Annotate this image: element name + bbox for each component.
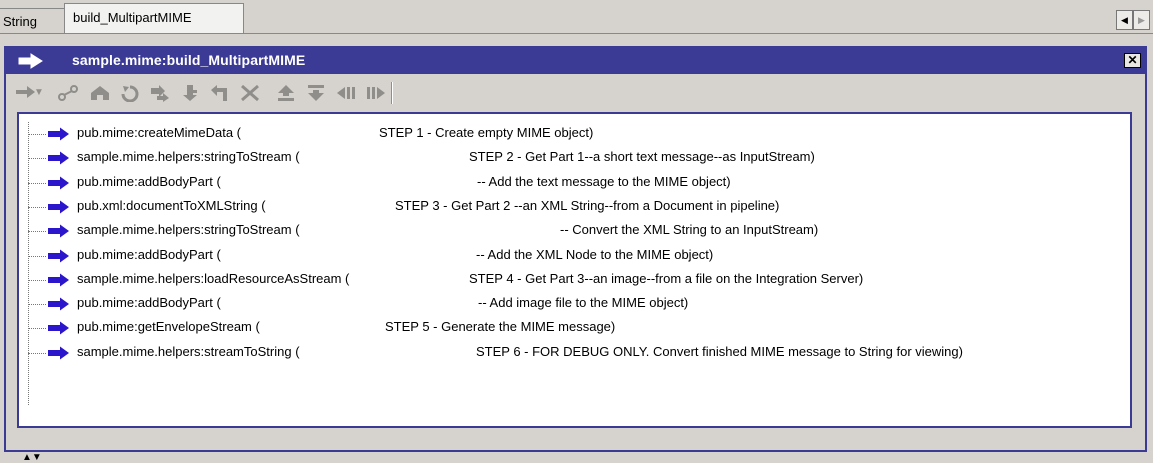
flow-editor: sample.mime:build_MultipartMIME ✕ ▼ pub.…: [4, 46, 1147, 452]
editor-toolbar: ▼: [6, 76, 1145, 110]
step-dropdown-button[interactable]: ▼: [32, 82, 46, 104]
flow-step-row[interactable]: pub.mime:addBodyPart ( -- Add the text me…: [19, 171, 1119, 195]
step-service-name: pub.mime:addBodyPart (: [77, 295, 221, 311]
flow-step-row[interactable]: pub.xml:documentToXMLString ( STEP 3 - Ge…: [19, 195, 1119, 219]
invoke-arrow-icon: [48, 224, 69, 238]
close-icon: ✕: [1127, 53, 1138, 67]
shift-right-button[interactable]: [364, 82, 388, 104]
tab-scroll-controls: ◀ ▶: [1116, 10, 1150, 30]
step-service-name: sample.mime.helpers:streamToString (: [77, 343, 300, 359]
step-service-name: sample.mime.helpers:stringToStream (: [77, 222, 300, 238]
link-nodes-icon: [58, 85, 78, 101]
triangle-left-icon: ◀: [1121, 15, 1128, 25]
move-up-button[interactable]: [274, 82, 298, 104]
invoke-arrow-icon: [48, 127, 69, 141]
step-comment: -- Convert the XML String to an InputStr…: [560, 222, 819, 238]
invoke-arrow-icon: [48, 346, 69, 360]
step-comment: STEP 4 - Get Part 3--an image--from a fi…: [469, 270, 864, 286]
step-service-name: sample.mime.helpers:loadResourceAsStream…: [77, 270, 350, 286]
step-service-name: pub.xml:documentToXMLString (: [77, 197, 266, 213]
turn-left-icon: [211, 85, 227, 101]
triangle-right-icon: ▶: [1138, 15, 1145, 25]
tree-branch-line: [28, 328, 46, 330]
editor-title-bar: sample.mime:build_MultipartMIME ✕: [6, 48, 1145, 74]
tree-branch-line: [28, 304, 46, 306]
close-button[interactable]: ✕: [1124, 53, 1141, 68]
step-comment: STEP 6 - FOR DEBUG ONLY. Convert finishe…: [476, 343, 963, 359]
step-service-name: pub.mime:addBodyPart (: [77, 173, 221, 189]
tree-branch-line: [28, 231, 46, 233]
move-up-icon: [278, 85, 294, 101]
chevron-down-icon: ▼: [34, 87, 44, 98]
flow-step-row[interactable]: pub.mime:addBodyPart ( -- Add image file …: [19, 292, 1119, 316]
flow-step-row[interactable]: sample.mime.helpers:loadResourceAsStream…: [19, 268, 1119, 292]
flow-step-row[interactable]: sample.mime.helpers:stringToStream ( STEP…: [19, 146, 1119, 170]
step-comment: STEP 1 - Create empty MIME object): [379, 125, 594, 140]
loop-button[interactable]: [118, 82, 142, 104]
step-comment: -- Add the XML Node to the MIME object): [476, 246, 714, 262]
move-down-button[interactable]: [178, 82, 202, 104]
branch-button[interactable]: [88, 82, 112, 104]
tree-branch-line: [28, 352, 46, 354]
tab-scroll-right-button[interactable]: ▶: [1133, 10, 1150, 30]
invoke-arrow-icon: [48, 249, 69, 262]
x-icon: [241, 84, 259, 102]
step-comment: -- Add image file to the MIME object): [478, 295, 689, 311]
tree-branch-line: [28, 134, 46, 135]
flow-step-row[interactable]: sample.mime.helpers:stringToStream ( -- C…: [19, 219, 1119, 243]
step-comment: STEP 3 - Get Part 2 --an XML String--fro…: [395, 197, 780, 213]
tree-branch-line: [28, 206, 46, 208]
link-button[interactable]: [56, 82, 80, 104]
invoke-arrow-icon: [48, 151, 69, 165]
tree-branch-line: [28, 158, 46, 160]
step-comment: STEP 5 - Generate the MIME message): [385, 319, 616, 335]
shift-right-icon: [367, 87, 385, 99]
tab-divider: [0, 33, 1153, 34]
tab-scroll-left-button[interactable]: ◀: [1116, 10, 1133, 30]
flow-step-row[interactable]: sample.mime.helpers:streamToString ( STEP…: [19, 341, 1119, 365]
toolbar-separator: [391, 82, 393, 104]
step-service-name: pub.mime:createMimeData (: [77, 125, 241, 140]
delete-button[interactable]: [238, 82, 262, 104]
invoke-arrow-icon: [48, 297, 69, 311]
move-down-step-button[interactable]: [304, 82, 328, 104]
step-service-name: pub.mime:getEnvelopeStream (: [77, 319, 260, 335]
editor-title: sample.mime:build_MultipartMIME: [72, 52, 306, 68]
flow-step-list: pub.mime:createMimeData ( STEP 1 - Create…: [17, 112, 1132, 428]
flow-step-row[interactable]: pub.mime:getEnvelopeStream ( STEP 5 - Gen…: [19, 316, 1119, 340]
flow-step-row[interactable]: pub.mime:createMimeData ( STEP 1 - Create…: [19, 122, 1119, 146]
step-service-name: pub.mime:addBodyPart (: [77, 246, 221, 262]
step-comment: STEP 2 - Get Part 1--a short text messag…: [469, 149, 815, 165]
move-down-icon: [308, 85, 324, 101]
invoke-arrow-icon: [48, 273, 69, 287]
tab-string[interactable]: String: [0, 8, 65, 34]
tree-branch-line: [28, 279, 46, 281]
arrow-down-icon: [183, 85, 197, 101]
shift-left-button[interactable]: [334, 82, 358, 104]
shift-left-icon: [337, 87, 355, 99]
tree-branch-line: [28, 182, 46, 184]
tree-branch-line: [28, 255, 46, 257]
invoke-arrow-icon: [48, 200, 69, 214]
step-service-name: sample.mime.helpers:stringToStream (: [77, 149, 300, 165]
invoke-arrow-icon: [48, 321, 69, 335]
refresh-icon: [121, 85, 139, 102]
house-icon: [91, 86, 109, 100]
flow-service-icon: [18, 53, 43, 69]
invoke-arrow-icon: [48, 176, 69, 190]
flow-step-row[interactable]: pub.mime:addBodyPart ( -- Add the XML Nod…: [19, 244, 1119, 268]
double-arrow-right-icon: [151, 85, 169, 102]
tab-strip: String build_MultipartMIME ◀ ▶: [0, 0, 1153, 40]
tab-build-multipart-mime[interactable]: build_MultipartMIME: [64, 3, 244, 33]
step-comment: -- Add the text message to the MIME obje…: [477, 173, 731, 189]
exit-button[interactable]: [208, 82, 232, 104]
repeat-button[interactable]: [148, 82, 172, 104]
